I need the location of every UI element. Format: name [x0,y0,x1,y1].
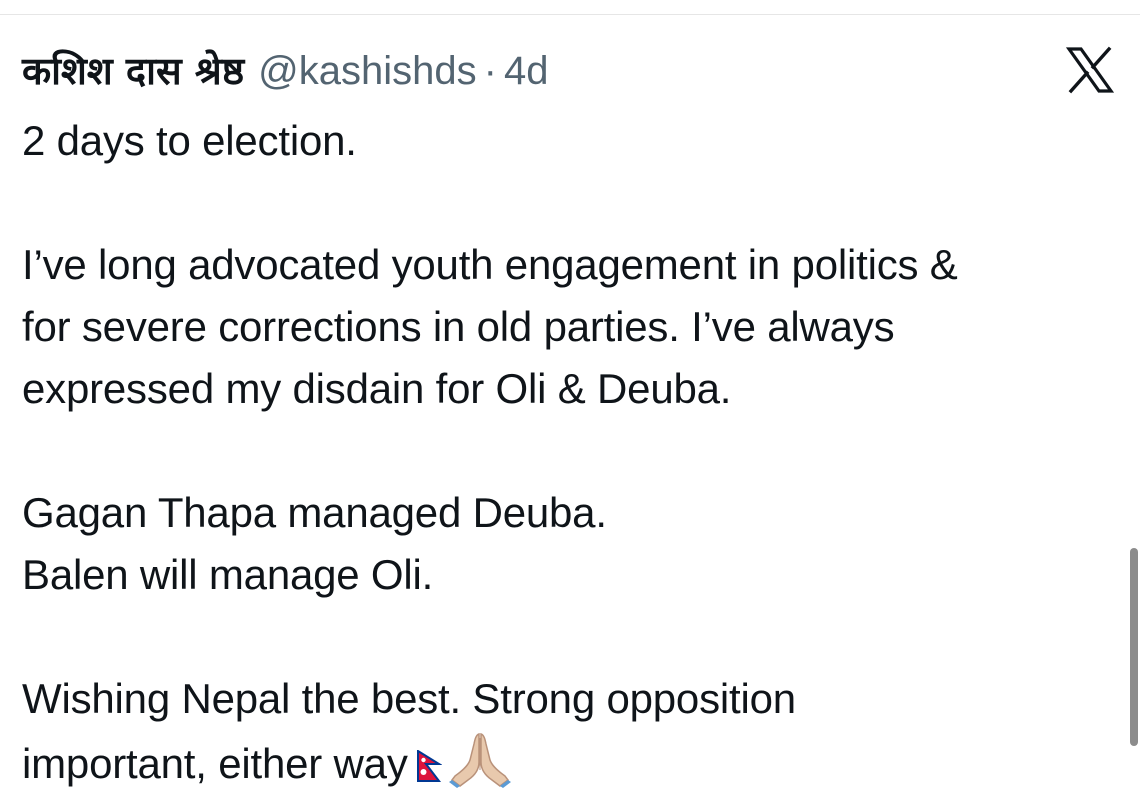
tweet-text: 2 days to election. I’ve long advocated … [22,110,1122,795]
tweet-timestamp[interactable]: 4d [504,49,549,94]
tweet-line: expressed my disdain for Oli & Deuba. [22,365,732,412]
tweet-header: कशिश दास श्रेष्ठ @kashishds · 4d [22,44,548,102]
tweet-line: 2 days to election. [22,117,357,164]
nepal-flag-icon [416,750,442,782]
author-handle[interactable]: @kashishds [258,49,476,94]
tweet-line: Balen will manage Oli. [22,551,434,598]
praying-hands-icon [448,732,511,788]
scrollbar-thumb[interactable] [1130,548,1138,746]
tweet-paragraph-3: Gagan Thapa managed Deuba. Balen will ma… [22,482,1122,606]
author-display-name[interactable]: कशिश दास श्रेष्ठ [22,44,244,96]
tweet-paragraph-4: Wishing Nepal the best. Strong oppositio… [22,668,1122,795]
tweet-line-with-emoji: important, either way [22,730,1122,795]
tweet-line: I’ve long advocated youth engagement in … [22,241,958,288]
tweet-line-text: important, either way [22,740,408,787]
tweet-line: for severe corrections in old parties. I… [22,303,895,350]
tweet-paragraph-1: 2 days to election. [22,110,1122,172]
top-divider [0,0,1140,15]
tweet-line: Wishing Nepal the best. Strong oppositio… [22,675,796,722]
tweet-paragraph-2: I’ve long advocated youth engagement in … [22,234,1122,420]
header-separator: · [483,49,497,93]
tweet-line: Gagan Thapa managed Deuba. [22,489,607,536]
x-logo-icon[interactable] [1066,46,1114,94]
